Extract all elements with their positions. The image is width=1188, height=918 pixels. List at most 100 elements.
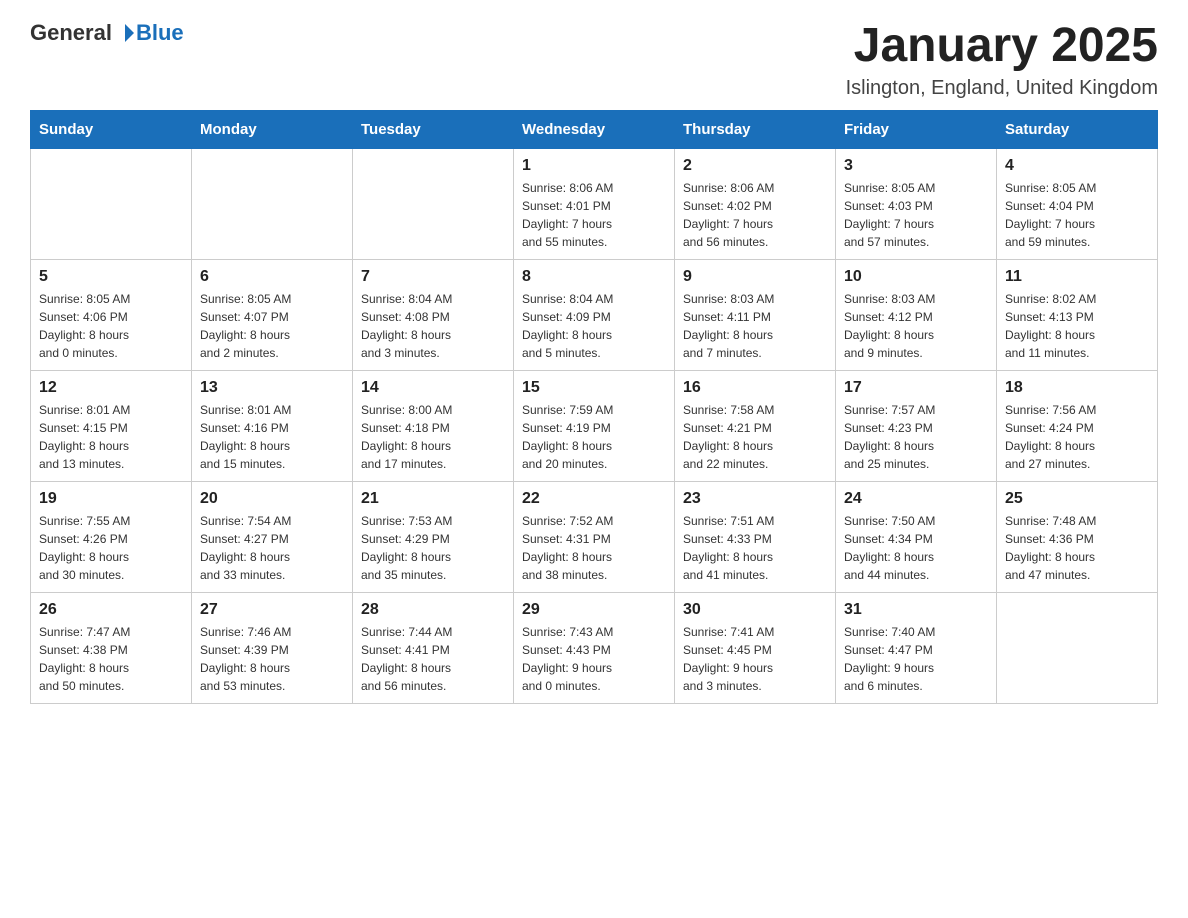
- day-number: 17: [844, 379, 988, 397]
- month-title: January 2025: [846, 20, 1158, 73]
- calendar-cell: 28Sunrise: 7:44 AM Sunset: 4:41 PM Dayli…: [353, 592, 514, 703]
- day-info: Sunrise: 7:53 AM Sunset: 4:29 PM Dayligh…: [361, 512, 505, 584]
- calendar-cell: [192, 148, 353, 259]
- calendar-cell: 5 Sunrise: 8:05 AM Sunset: 4:06 PM Daylig…: [31, 259, 192, 370]
- day-number: 4: [1005, 157, 1149, 175]
- day-info: Sunrise: 7:51 AM Sunset: 4:33 PM Dayligh…: [683, 512, 827, 584]
- calendar-cell: 7Sunrise: 8:04 AM Sunset: 4:08 PM Daylig…: [353, 259, 514, 370]
- calendar-cell: 26 Sunrise: 7:47 AM Sunset: 4:38 PM Dayli…: [31, 592, 192, 703]
- calendar-cell: 3 Sunrise: 8:05 AM Sunset: 4:03 PM Daylig…: [836, 148, 997, 259]
- calendar-cell: 13Sunrise: 8:01 AM Sunset: 4:16 PM Dayli…: [192, 370, 353, 481]
- day-info: Sunrise: 7:59 AM Sunset: 4:19 PM Dayligh…: [522, 401, 666, 473]
- calendar-cell: 15 Sunrise: 7:59 AM Sunset: 4:19 PM Dayli…: [514, 370, 675, 481]
- day-number: 5: [39, 268, 183, 286]
- day-number: 11: [1005, 268, 1149, 286]
- calendar-week-row: 19 Sunrise: 7:55 AM Sunset: 4:26 PM Dayli…: [31, 481, 1158, 592]
- day-number: 2: [683, 157, 827, 175]
- day-info: Sunrise: 7:54 AM Sunset: 4:27 PM Dayligh…: [200, 512, 344, 584]
- calendar-cell: [31, 148, 192, 259]
- day-info: Sunrise: 8:00 AM Sunset: 4:18 PM Dayligh…: [361, 401, 505, 473]
- day-of-week-header: Friday: [836, 110, 997, 148]
- calendar-cell: 4 Sunrise: 8:05 AM Sunset: 4:04 PM Daylig…: [997, 148, 1158, 259]
- location-text: Islington, England, United Kingdom: [846, 77, 1158, 100]
- day-info: Sunrise: 8:05 AM Sunset: 4:04 PM Dayligh…: [1005, 179, 1149, 251]
- calendar-cell: 1Sunrise: 8:06 AM Sunset: 4:01 PM Daylig…: [514, 148, 675, 259]
- calendar-week-row: 12 Sunrise: 8:01 AM Sunset: 4:15 PM Dayli…: [31, 370, 1158, 481]
- day-number: 24: [844, 490, 988, 508]
- day-of-week-header: Wednesday: [514, 110, 675, 148]
- calendar-week-row: 1Sunrise: 8:06 AM Sunset: 4:01 PM Daylig…: [31, 148, 1158, 259]
- calendar-cell: 27 Sunrise: 7:46 AM Sunset: 4:39 PM Dayli…: [192, 592, 353, 703]
- logo-flag-icon: [114, 22, 136, 44]
- day-number: 9: [683, 268, 827, 286]
- day-info: Sunrise: 7:43 AM Sunset: 4:43 PM Dayligh…: [522, 623, 666, 695]
- day-number: 3: [844, 157, 988, 175]
- day-number: 21: [361, 490, 505, 508]
- day-info: Sunrise: 8:03 AM Sunset: 4:11 PM Dayligh…: [683, 290, 827, 362]
- calendar-cell: 2 Sunrise: 8:06 AM Sunset: 4:02 PM Daylig…: [675, 148, 836, 259]
- day-info: Sunrise: 7:57 AM Sunset: 4:23 PM Dayligh…: [844, 401, 988, 473]
- logo-general-text: General: [30, 20, 112, 46]
- day-info: Sunrise: 8:05 AM Sunset: 4:07 PM Dayligh…: [200, 290, 344, 362]
- day-of-week-header: Monday: [192, 110, 353, 148]
- title-area: January 2025 Islington, England, United …: [846, 20, 1158, 100]
- day-number: 31: [844, 601, 988, 619]
- day-info: Sunrise: 8:02 AM Sunset: 4:13 PM Dayligh…: [1005, 290, 1149, 362]
- calendar-cell: 17 Sunrise: 7:57 AM Sunset: 4:23 PM Dayli…: [836, 370, 997, 481]
- day-number: 18: [1005, 379, 1149, 397]
- calendar-cell: 10 Sunrise: 8:03 AM Sunset: 4:12 PM Dayli…: [836, 259, 997, 370]
- day-number: 19: [39, 490, 183, 508]
- calendar-cell: 19 Sunrise: 7:55 AM Sunset: 4:26 PM Dayli…: [31, 481, 192, 592]
- calendar-cell: 29Sunrise: 7:43 AM Sunset: 4:43 PM Dayli…: [514, 592, 675, 703]
- logo-blue-text: Blue: [136, 20, 184, 46]
- calendar-cell: 25Sunrise: 7:48 AM Sunset: 4:36 PM Dayli…: [997, 481, 1158, 592]
- day-number: 12: [39, 379, 183, 397]
- day-info: Sunrise: 8:03 AM Sunset: 4:12 PM Dayligh…: [844, 290, 988, 362]
- day-info: Sunrise: 7:48 AM Sunset: 4:36 PM Dayligh…: [1005, 512, 1149, 584]
- calendar-cell: 16Sunrise: 7:58 AM Sunset: 4:21 PM Dayli…: [675, 370, 836, 481]
- day-info: Sunrise: 8:01 AM Sunset: 4:16 PM Dayligh…: [200, 401, 344, 473]
- calendar-cell: 18Sunrise: 7:56 AM Sunset: 4:24 PM Dayli…: [997, 370, 1158, 481]
- calendar-week-row: 26 Sunrise: 7:47 AM Sunset: 4:38 PM Dayli…: [31, 592, 1158, 703]
- calendar-cell: 31 Sunrise: 7:40 AM Sunset: 4:47 PM Dayli…: [836, 592, 997, 703]
- day-number: 6: [200, 268, 344, 286]
- day-number: 26: [39, 601, 183, 619]
- day-number: 10: [844, 268, 988, 286]
- day-number: 27: [200, 601, 344, 619]
- day-info: Sunrise: 7:47 AM Sunset: 4:38 PM Dayligh…: [39, 623, 183, 695]
- day-number: 15: [522, 379, 666, 397]
- day-info: Sunrise: 8:05 AM Sunset: 4:03 PM Dayligh…: [844, 179, 988, 251]
- day-of-week-header: Saturday: [997, 110, 1158, 148]
- calendar-cell: 9 Sunrise: 8:03 AM Sunset: 4:11 PM Daylig…: [675, 259, 836, 370]
- page-header: General Blue January 2025 Islington, Eng…: [30, 20, 1158, 100]
- day-info: Sunrise: 7:52 AM Sunset: 4:31 PM Dayligh…: [522, 512, 666, 584]
- day-info: Sunrise: 8:06 AM Sunset: 4:01 PM Dayligh…: [522, 179, 666, 251]
- calendar-cell: 23 Sunrise: 7:51 AM Sunset: 4:33 PM Dayli…: [675, 481, 836, 592]
- calendar-cell: 14Sunrise: 8:00 AM Sunset: 4:18 PM Dayli…: [353, 370, 514, 481]
- day-number: 22: [522, 490, 666, 508]
- calendar-cell: [353, 148, 514, 259]
- day-info: Sunrise: 7:40 AM Sunset: 4:47 PM Dayligh…: [844, 623, 988, 695]
- logo: General Blue: [30, 20, 184, 46]
- calendar-cell: 24Sunrise: 7:50 AM Sunset: 4:34 PM Dayli…: [836, 481, 997, 592]
- calendar-header-row: SundayMondayTuesdayWednesdayThursdayFrid…: [31, 110, 1158, 148]
- calendar-cell: 6 Sunrise: 8:05 AM Sunset: 4:07 PM Daylig…: [192, 259, 353, 370]
- calendar-cell: 11 Sunrise: 8:02 AM Sunset: 4:13 PM Dayli…: [997, 259, 1158, 370]
- day-info: Sunrise: 8:06 AM Sunset: 4:02 PM Dayligh…: [683, 179, 827, 251]
- day-info: Sunrise: 7:46 AM Sunset: 4:39 PM Dayligh…: [200, 623, 344, 695]
- day-info: Sunrise: 8:04 AM Sunset: 4:08 PM Dayligh…: [361, 290, 505, 362]
- day-info: Sunrise: 7:58 AM Sunset: 4:21 PM Dayligh…: [683, 401, 827, 473]
- calendar-cell: 8Sunrise: 8:04 AM Sunset: 4:09 PM Daylig…: [514, 259, 675, 370]
- day-of-week-header: Tuesday: [353, 110, 514, 148]
- calendar-cell: 22 Sunrise: 7:52 AM Sunset: 4:31 PM Dayli…: [514, 481, 675, 592]
- day-info: Sunrise: 8:05 AM Sunset: 4:06 PM Dayligh…: [39, 290, 183, 362]
- day-number: 28: [361, 601, 505, 619]
- day-number: 8: [522, 268, 666, 286]
- calendar-cell: 20Sunrise: 7:54 AM Sunset: 4:27 PM Dayli…: [192, 481, 353, 592]
- calendar-week-row: 5 Sunrise: 8:05 AM Sunset: 4:06 PM Daylig…: [31, 259, 1158, 370]
- day-info: Sunrise: 8:01 AM Sunset: 4:15 PM Dayligh…: [39, 401, 183, 473]
- calendar-cell: [997, 592, 1158, 703]
- calendar-cell: 30Sunrise: 7:41 AM Sunset: 4:45 PM Dayli…: [675, 592, 836, 703]
- day-number: 23: [683, 490, 827, 508]
- day-info: Sunrise: 7:55 AM Sunset: 4:26 PM Dayligh…: [39, 512, 183, 584]
